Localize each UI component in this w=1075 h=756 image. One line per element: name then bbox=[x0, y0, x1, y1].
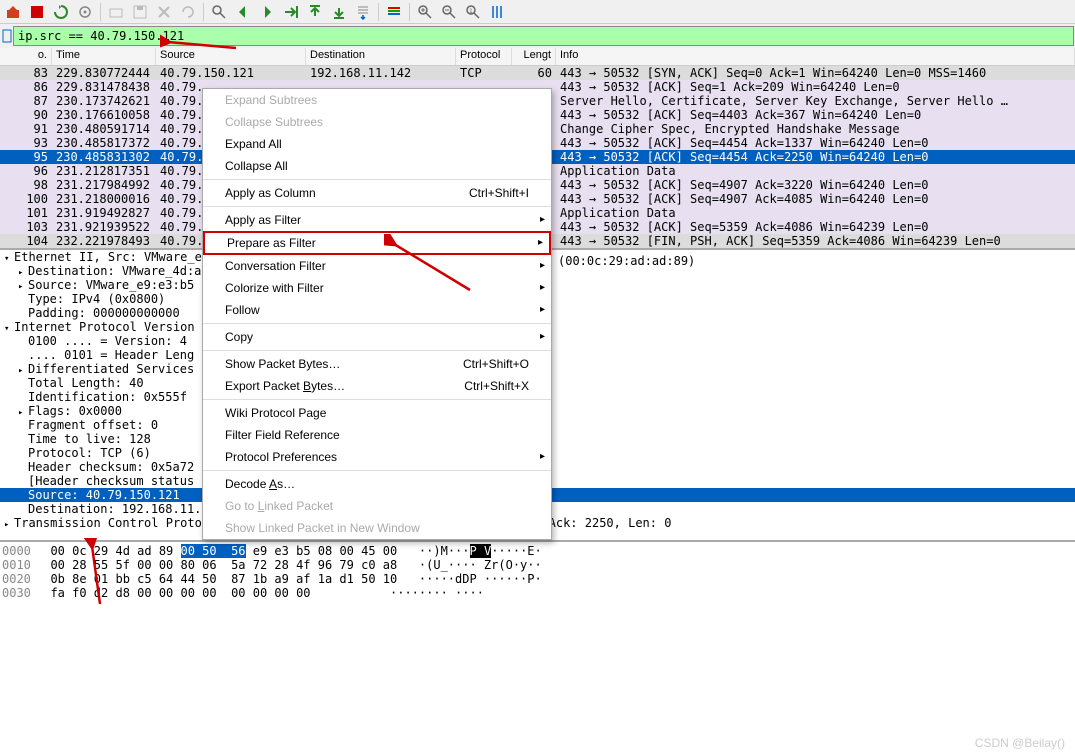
menu-item: Go to Linked Packet bbox=[203, 495, 551, 517]
separator bbox=[100, 3, 101, 21]
col-header-time[interactable]: Time bbox=[52, 48, 156, 65]
menu-item[interactable]: Prepare as Filter bbox=[203, 231, 551, 255]
go-back-icon[interactable] bbox=[232, 2, 254, 22]
menu-separator bbox=[203, 470, 551, 471]
reload-icon[interactable] bbox=[177, 2, 199, 22]
menu-item[interactable]: Export Packet Bytes…Ctrl+Shift+X bbox=[203, 375, 551, 397]
col-header-no[interactable]: o. bbox=[0, 48, 52, 65]
menu-separator bbox=[203, 206, 551, 207]
hex-row[interactable]: 0010 00 28 55 5f 00 00 80 06 5a 72 28 4f… bbox=[2, 558, 1075, 572]
zoom-out-icon[interactable] bbox=[438, 2, 460, 22]
col-header-length[interactable]: Lengt bbox=[512, 48, 556, 65]
menu-item[interactable]: Apply as Filter bbox=[203, 209, 551, 231]
close-icon[interactable] bbox=[153, 2, 175, 22]
display-filter-bar bbox=[0, 24, 1075, 48]
menu-separator bbox=[203, 323, 551, 324]
menu-item[interactable]: Copy bbox=[203, 326, 551, 348]
menu-item[interactable]: Decode As… bbox=[203, 473, 551, 495]
menu-item[interactable]: Filter Field Reference bbox=[203, 424, 551, 446]
col-header-source[interactable]: Source bbox=[156, 48, 306, 65]
menu-item[interactable]: Protocol Preferences bbox=[203, 446, 551, 468]
resize-columns-icon[interactable] bbox=[486, 2, 508, 22]
col-header-destination[interactable]: Destination bbox=[306, 48, 456, 65]
menu-item[interactable]: Expand All bbox=[203, 133, 551, 155]
options-icon[interactable] bbox=[74, 2, 96, 22]
go-to-icon[interactable] bbox=[280, 2, 302, 22]
hex-row[interactable]: 0030 fa f0 d2 d8 00 00 00 00 00 00 00 00… bbox=[2, 586, 1075, 600]
save-icon[interactable] bbox=[129, 2, 151, 22]
watermark: CSDN @Beilay() bbox=[975, 736, 1065, 750]
menu-item: Show Linked Packet in New Window bbox=[203, 517, 551, 539]
go-first-icon[interactable] bbox=[304, 2, 326, 22]
hex-row[interactable]: 0020 0b 8e 01 bb c5 64 44 50 87 1b a9 af… bbox=[2, 572, 1075, 586]
menu-item[interactable]: Colorize with Filter bbox=[203, 277, 551, 299]
colorize-icon[interactable] bbox=[383, 2, 405, 22]
packet-row[interactable]: 83229.83077244440.79.150.121192.168.11.1… bbox=[0, 66, 1075, 80]
zoom-in-icon[interactable] bbox=[414, 2, 436, 22]
find-icon[interactable] bbox=[208, 2, 230, 22]
context-menu: Expand SubtreesCollapse SubtreesExpand A… bbox=[202, 88, 552, 540]
go-last-icon[interactable] bbox=[328, 2, 350, 22]
filter-bookmark-icon[interactable] bbox=[1, 26, 13, 46]
packet-bytes-pane[interactable]: 0000 00 0c 29 4d ad 89 00 50 56 e9 e3 b5… bbox=[0, 542, 1075, 600]
toolbar-logo-icon[interactable] bbox=[2, 2, 24, 22]
main-toolbar: 1 bbox=[0, 0, 1075, 24]
menu-item: Collapse Subtrees bbox=[203, 111, 551, 133]
go-forward-icon[interactable] bbox=[256, 2, 278, 22]
menu-item[interactable]: Collapse All bbox=[203, 155, 551, 177]
menu-item: Expand Subtrees bbox=[203, 89, 551, 111]
autoscroll-icon[interactable] bbox=[352, 2, 374, 22]
col-header-protocol[interactable]: Protocol bbox=[456, 48, 512, 65]
menu-separator bbox=[203, 399, 551, 400]
packet-list-header: o. Time Source Destination Protocol Leng… bbox=[0, 48, 1075, 66]
menu-separator bbox=[203, 350, 551, 351]
separator bbox=[203, 3, 204, 21]
col-header-info[interactable]: Info bbox=[556, 48, 1075, 65]
menu-item[interactable]: Conversation Filter bbox=[203, 255, 551, 277]
details-right-text: (00:0c:29:ad:ad:89) bbox=[558, 254, 695, 268]
menu-item[interactable]: Show Packet Bytes…Ctrl+Shift+O bbox=[203, 353, 551, 375]
restart-icon[interactable] bbox=[50, 2, 72, 22]
open-icon[interactable] bbox=[105, 2, 127, 22]
display-filter-input[interactable] bbox=[13, 26, 1074, 46]
zoom-reset-icon[interactable]: 1 bbox=[462, 2, 484, 22]
menu-item[interactable]: Follow bbox=[203, 299, 551, 321]
stop-icon[interactable] bbox=[26, 2, 48, 22]
separator bbox=[409, 3, 410, 21]
menu-separator bbox=[203, 179, 551, 180]
menu-item[interactable]: Apply as ColumnCtrl+Shift+I bbox=[203, 182, 551, 204]
menu-item[interactable]: Wiki Protocol Page bbox=[203, 402, 551, 424]
svg-text:1: 1 bbox=[469, 8, 473, 15]
separator bbox=[378, 3, 379, 21]
hex-row[interactable]: 0000 00 0c 29 4d ad 89 00 50 56 e9 e3 b5… bbox=[2, 544, 1075, 558]
